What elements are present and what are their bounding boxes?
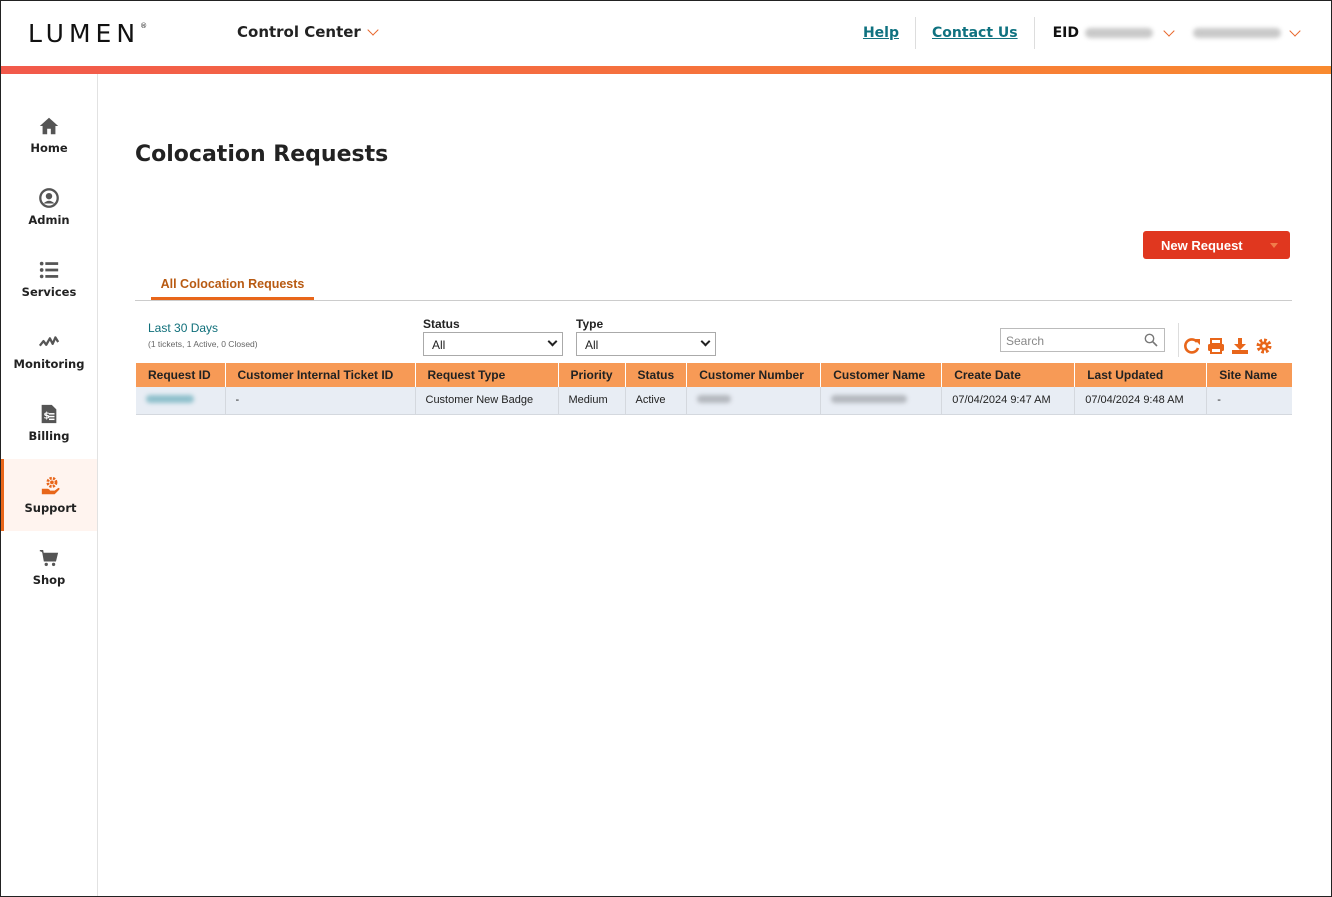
type-filter-label: Type — [576, 317, 604, 331]
customer-name-redacted — [831, 395, 908, 404]
toolbar-divider — [1178, 323, 1179, 357]
sidebar-item-label: Monitoring — [13, 357, 85, 371]
sidebar-item-label: Home — [30, 141, 68, 155]
sidebar-item-admin[interactable]: Admin — [1, 171, 97, 243]
registered-mark: ® — [140, 22, 148, 30]
cell-request-type: Customer New Badge — [415, 387, 559, 415]
sidebar-item-label: Shop — [32, 573, 66, 587]
column-header-create-date[interactable]: Create Date — [941, 363, 1076, 387]
cell-site-name: - — [1206, 387, 1292, 415]
header-links: Help Contact Us EID — [847, 17, 1301, 49]
accent-bar — [1, 66, 1331, 74]
sidebar-item-label: Support — [24, 501, 77, 515]
column-header-customer-name[interactable]: Customer Name — [820, 363, 943, 387]
sidebar-item-label: Billing — [28, 429, 70, 443]
search-icon[interactable] — [1144, 333, 1158, 347]
new-request-label: New Request — [1161, 237, 1243, 253]
status-filter-value: All — [432, 338, 446, 352]
search-placeholder: Search — [1006, 334, 1045, 348]
column-header-customer-internal-ticket-id[interactable]: Customer Internal Ticket ID — [225, 363, 416, 387]
sidebar-item-label: Services — [21, 285, 77, 299]
cell-last-updated: 07/04/2024 9:48 AM — [1074, 387, 1208, 415]
column-header-request-id[interactable]: Request ID — [136, 363, 226, 387]
cell-priority: Medium — [558, 387, 626, 415]
sidebar-item-support[interactable]: Support — [1, 459, 97, 531]
settings-gear-icon[interactable] — [1255, 337, 1273, 355]
user-name-redacted — [1193, 28, 1281, 38]
chevron-down-icon — [1163, 25, 1175, 37]
chevron-down-icon — [547, 336, 558, 347]
customer-number-redacted — [697, 395, 732, 404]
list-icon — [39, 261, 59, 279]
type-filter-value: All — [585, 338, 599, 352]
print-icon[interactable] — [1207, 337, 1225, 355]
cell-customer-number — [686, 387, 822, 415]
user-circle-icon — [39, 188, 59, 208]
sidebar-item-monitoring[interactable]: Monitoring — [1, 315, 97, 387]
column-header-request-type[interactable]: Request Type — [415, 363, 559, 387]
user-menu[interactable] — [1193, 25, 1301, 38]
sidebar-item-home[interactable]: Home — [1, 99, 97, 171]
eid-label: EID — [1052, 25, 1079, 41]
chevron-down-icon — [1289, 25, 1301, 37]
type-filter-select[interactable]: All — [576, 332, 716, 356]
sidebar-item-shop[interactable]: Shop — [1, 531, 97, 603]
chevron-down-icon — [367, 24, 379, 36]
download-icon[interactable] — [1231, 337, 1249, 355]
help-link[interactable]: Help — [847, 25, 915, 41]
status-filter-select[interactable]: All — [423, 332, 563, 356]
caret-down-icon[interactable] — [1270, 242, 1278, 248]
app-switcher[interactable]: Control Center — [237, 23, 379, 41]
lumen-logo[interactable]: LUMEN® — [28, 19, 147, 48]
ticket-counts: (1 tickets, 1 Active, 0 Closed) — [148, 339, 258, 349]
cart-icon — [39, 549, 59, 567]
invoice-icon: $ — [41, 404, 57, 424]
cell-customer-internal-ticket-id: - — [225, 387, 416, 415]
contact-us-link[interactable]: Contact Us — [916, 25, 1034, 41]
cell-customer-name — [820, 387, 943, 415]
app-switcher-label: Control Center — [237, 23, 361, 41]
request-id-link-redacted[interactable] — [146, 395, 194, 404]
eid-selector[interactable]: EID — [1035, 25, 1175, 41]
chevron-down-icon — [700, 336, 711, 347]
top-header: LUMEN® Control Center Help Contact Us EI… — [1, 1, 1331, 66]
sidebar-item-billing[interactable]: $ Billing — [1, 387, 97, 459]
tab-divider — [135, 300, 1292, 301]
eid-value-redacted — [1085, 28, 1153, 38]
cell-create-date: 07/04/2024 9:47 AM — [941, 387, 1076, 415]
sidebar: Home Admin Services Monitoring $ Billing… — [1, 74, 98, 896]
refresh-icon[interactable] — [1183, 337, 1201, 355]
tab-all-colocation-requests[interactable]: All Colocation Requests — [151, 275, 314, 300]
column-header-status[interactable]: Status — [625, 363, 688, 387]
new-request-button[interactable]: New Request — [1143, 231, 1290, 259]
search-input[interactable]: Search — [1000, 328, 1165, 352]
date-range-link[interactable]: Last 30 Days — [148, 321, 218, 335]
column-header-priority[interactable]: Priority — [558, 363, 626, 387]
column-header-site-name[interactable]: Site Name — [1206, 363, 1292, 387]
cell-request-id[interactable] — [136, 387, 226, 415]
column-header-customer-number[interactable]: Customer Number — [686, 363, 822, 387]
page-title: Colocation Requests — [135, 142, 389, 167]
colocation-requests-table: Request ID Customer Internal Ticket ID R… — [136, 363, 1292, 415]
table-header-row: Request ID Customer Internal Ticket ID R… — [136, 363, 1292, 387]
svg-text:$: $ — [44, 411, 50, 422]
table-row[interactable]: - Customer New Badge Medium Active 07/04… — [136, 387, 1292, 415]
sidebar-item-services[interactable]: Services — [1, 243, 97, 315]
pulse-icon — [38, 336, 60, 347]
status-filter-label: Status — [423, 317, 460, 331]
cell-status: Active — [625, 387, 688, 415]
support-hand-gear-icon — [41, 476, 60, 495]
home-icon — [39, 117, 59, 135]
logo-text: LUMEN — [28, 19, 141, 48]
sidebar-item-label: Admin — [28, 213, 70, 227]
column-header-last-updated[interactable]: Last Updated — [1074, 363, 1208, 387]
